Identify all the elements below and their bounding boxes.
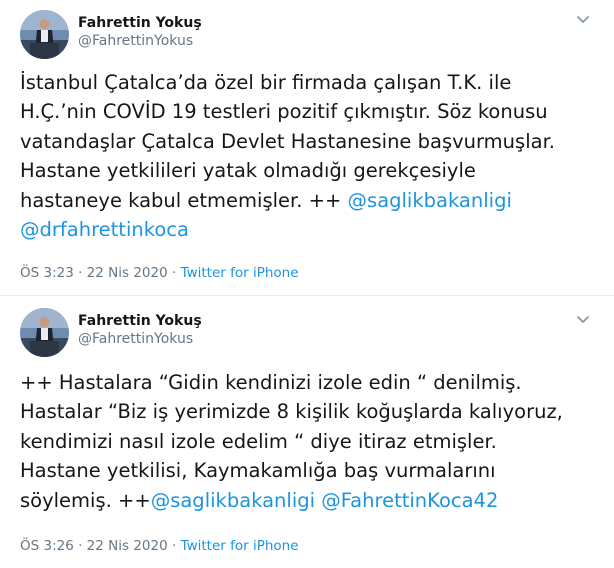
- avatar-photo: [20, 308, 69, 357]
- tweet-source-link[interactable]: Twitter for iPhone: [181, 538, 299, 554]
- tweet-text-segment: Hastane yetkilileri yatak olmadığı gerek…: [20, 159, 476, 183]
- author-name[interactable]: Fahrettin Yokuş: [78, 14, 202, 32]
- chevron-down-icon[interactable]: [574, 10, 592, 28]
- tweet-text-line: Hastalar “Biz iş yerimizde 8 kişilik koğ…: [20, 397, 600, 426]
- avatar[interactable]: [20, 308, 69, 357]
- chevron-down-icon[interactable]: [574, 310, 592, 328]
- tweet-text-line: vatandaşlar Çatalca Devlet Hastanesine b…: [20, 127, 600, 156]
- meta-separator: ·: [167, 265, 181, 281]
- tweet-text-line: kendimizi nasıl izole edelim “ diye itir…: [20, 427, 600, 456]
- meta-separator: ·: [167, 538, 181, 554]
- tweet-source-link[interactable]: Twitter for iPhone: [181, 265, 299, 281]
- tweet-text-segment: Hastane yetkilisi, Kaymakamlığa baş vurm…: [20, 459, 496, 483]
- mention-link[interactable]: @drfahrettinkoca: [20, 218, 189, 241]
- tweet[interactable]: Fahrettin Yokuş @FahrettinYokus ++ Hasta…: [0, 297, 614, 568]
- author-handle[interactable]: @FahrettinYokus: [78, 32, 202, 50]
- tweet-text: ++ Hastalara “Gidin kendinizi izole edin…: [20, 368, 600, 515]
- tweet-text-line: İstanbul Çatalca’da özel bir firmada çal…: [20, 68, 600, 97]
- tweet-text-line: söylemiş. ++@saglikbakanligi @FahrettinK…: [20, 486, 600, 515]
- avatar-photo: [20, 10, 69, 59]
- tweet-header: Fahrettin Yokuş @FahrettinYokus: [78, 14, 202, 50]
- author-handle[interactable]: @FahrettinYokus: [78, 330, 202, 348]
- tweet-text-segment: ++ Hastalara “Gidin kendinizi izole edin…: [20, 371, 522, 394]
- tweet-text-line: Hastane yetkilileri yatak olmadığı gerek…: [20, 156, 600, 185]
- timeline: Fahrettin Yokuş @FahrettinYokus İstanbul…: [0, 0, 614, 568]
- tweet-header: Fahrettin Yokuş @FahrettinYokus: [78, 312, 202, 348]
- author-name[interactable]: Fahrettin Yokuş: [78, 312, 202, 330]
- tweet-text-segment: H.Ç.’nin COVİD 19 testleri pozitif çıkmı…: [20, 100, 548, 124]
- tweet-text-line: Hastane yetkilisi, Kaymakamlığa baş vurm…: [20, 456, 600, 485]
- tweet-text-line: ++ Hastalara “Gidin kendinizi izole edin…: [20, 368, 600, 397]
- avatar[interactable]: [20, 10, 69, 59]
- tweet-text-line: hastaneye kabul etmemişler. ++ @saglikba…: [20, 186, 600, 215]
- tweet-text-segment: kendimizi nasıl izole edelim “ diye itir…: [20, 429, 497, 453]
- tweet-text-segment: söylemiş. ++: [20, 488, 151, 512]
- tweet-text: İstanbul Çatalca’da özel bir firmada çal…: [20, 68, 600, 244]
- tweet[interactable]: Fahrettin Yokuş @FahrettinYokus İstanbul…: [0, 0, 614, 296]
- tweet-text-line: @drfahrettinkoca: [20, 215, 600, 244]
- tweet-text-segment: Hastalar “Biz iş yerimizde 8 kişilik koğ…: [20, 400, 563, 424]
- tweet-text-line: H.Ç.’nin COVİD 19 testleri pozitif çıkmı…: [20, 97, 600, 126]
- tweet-text-segment: İstanbul Çatalca’da özel bir firmada çal…: [20, 71, 512, 94]
- tweet-text-segment: vatandaşlar Çatalca Devlet Hastanesine b…: [20, 129, 555, 153]
- mention-link[interactable]: @saglikbakanligi: [348, 189, 512, 212]
- tweet-meta: ÖS 3:26 · 22 Nis 2020 · Twitter for iPho…: [20, 537, 299, 555]
- mention-link[interactable]: @FahrettinKoca42: [321, 489, 498, 512]
- tweet-timestamp[interactable]: ÖS 3:26 · 22 Nis 2020: [20, 538, 168, 554]
- tweet-text-segment: hastaneye kabul etmemişler. ++: [20, 188, 348, 212]
- tweet-meta: ÖS 3:23 · 22 Nis 2020 · Twitter for iPho…: [20, 264, 299, 282]
- mention-link[interactable]: @saglikbakanligi: [151, 489, 315, 512]
- tweet-timestamp[interactable]: ÖS 3:23 · 22 Nis 2020: [20, 265, 168, 281]
